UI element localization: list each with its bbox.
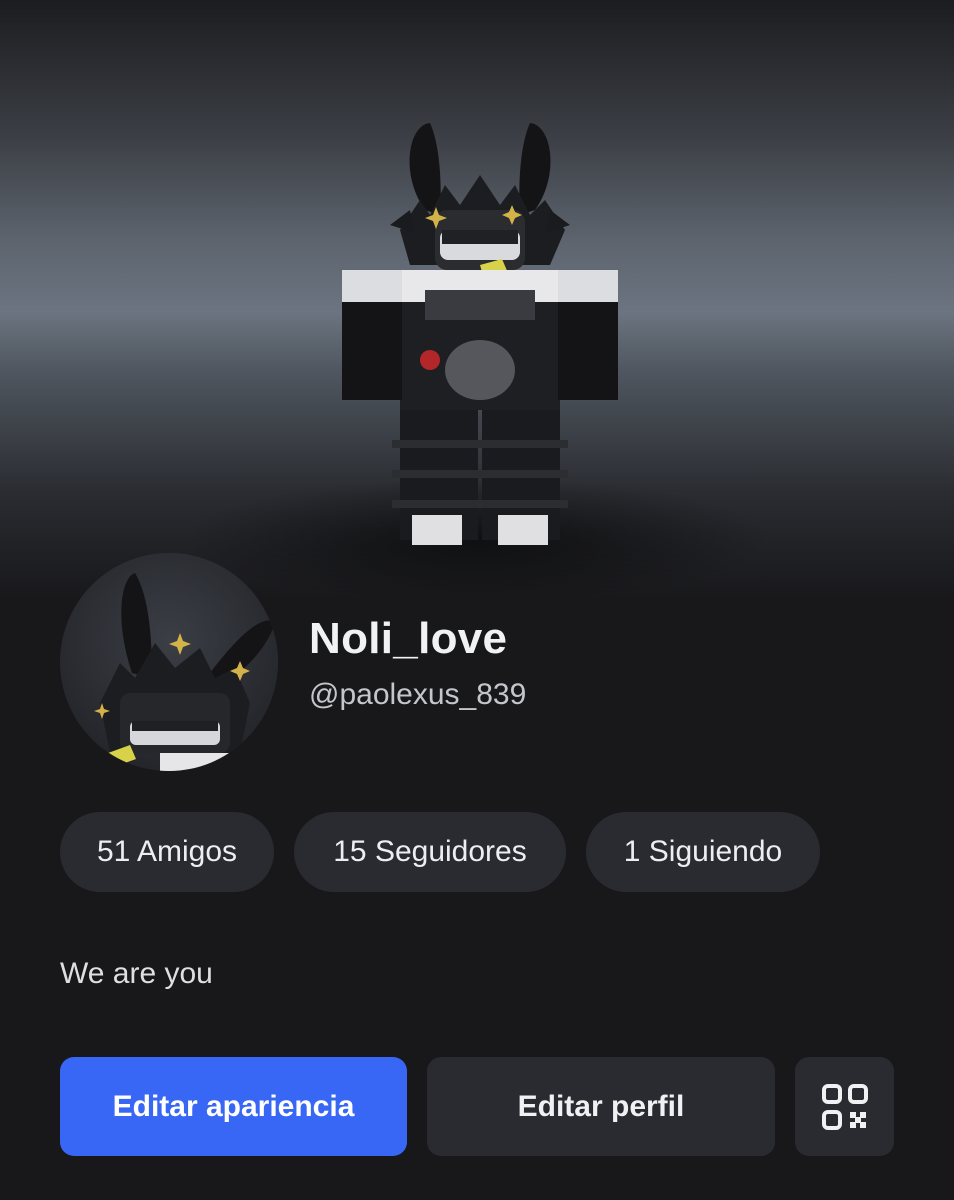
followers-count-button[interactable]: 15 Seguidores: [294, 812, 566, 892]
friends-count-button[interactable]: 51 Amigos: [60, 812, 274, 892]
qr-code-button[interactable]: [795, 1057, 894, 1156]
qr-code-icon: [821, 1083, 869, 1131]
following-count-button[interactable]: 1 Siguiendo: [586, 812, 820, 892]
avatar-headshot[interactable]: [60, 553, 278, 771]
display-name: Noli_love: [309, 614, 508, 663]
avatar-3d-render[interactable]: [330, 115, 630, 555]
avatar-showcase: [0, 0, 954, 600]
profile-bio: We are you: [60, 957, 213, 990]
username: @paolexus_839: [309, 678, 527, 711]
edit-profile-button[interactable]: Editar perfil: [427, 1057, 775, 1156]
edit-appearance-button[interactable]: Editar apariencia: [60, 1057, 407, 1156]
